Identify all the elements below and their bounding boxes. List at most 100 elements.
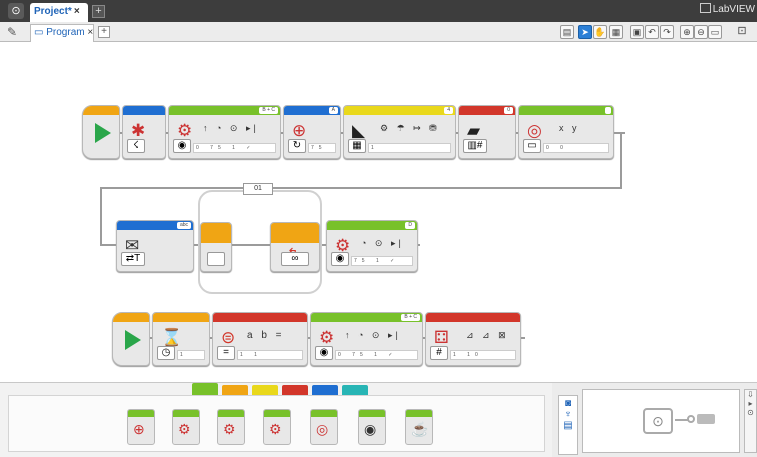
compare-icon: ⊜ — [221, 328, 236, 347]
param-values[interactable]: 0 75 1 ✓ — [193, 143, 276, 153]
math-block[interactable]: ◎ x y ▭ 0 0 — [518, 105, 614, 159]
start-block-2[interactable] — [112, 312, 150, 366]
move-tank-block[interactable]: B + C ⚙ ↑ ◔ ⊙ ▸| ◉ 0 75 1 ✓ — [168, 105, 281, 159]
param-values[interactable]: 0 0 — [543, 143, 609, 153]
start-block[interactable] — [82, 105, 120, 159]
palette-medium-motor[interactable]: ⊕ — [127, 409, 155, 445]
medium-motor-icon: ⊕ — [292, 121, 307, 140]
mode-selector[interactable]: ▥# — [463, 139, 487, 153]
mode-selector[interactable]: ▭ — [523, 139, 541, 153]
page-icon[interactable]: ▤ — [560, 25, 574, 39]
sound-block[interactable]: 4 ◣ ⚙ ☂ ↦ ⛃ ▦ 1 — [343, 105, 456, 159]
pan-icon[interactable]: ✋ — [593, 25, 607, 39]
add-program-button[interactable]: + — [98, 26, 110, 38]
data-logging-block[interactable]: 0 ▰ ▥# — [458, 105, 516, 159]
mode-selector[interactable]: = — [217, 346, 235, 360]
port-selector[interactable]: 0 — [504, 107, 513, 114]
port-selector[interactable]: B + C — [259, 107, 278, 114]
program-canvas[interactable]: ✱ ☇ B + C ⚙ ↑ ◔ ⊙ ▸| ◉ 0 75 1 ✓ A ⊕ ↻ 75… — [0, 42, 757, 382]
program-tab[interactable]: ▭ Program × — [30, 24, 94, 42]
param-values[interactable]: 1 — [368, 143, 451, 153]
wire-down — [620, 132, 622, 187]
project-tab[interactable]: Project* × — [30, 3, 88, 22]
large-motor-block[interactable]: D ⚙ ◔ ⊙ ▸| ◉ 75 1 ✓ — [326, 220, 418, 272]
loop-label[interactable]: 01 — [243, 183, 273, 195]
medium-motor-block[interactable]: A ⊕ ↻ 75 — [283, 105, 341, 159]
start-block-header — [83, 106, 119, 115]
mode-selector[interactable]: ↻ — [288, 139, 306, 153]
param-values[interactable]: 1 10 — [450, 350, 516, 360]
port-view-icon[interactable]: ♆ — [559, 409, 577, 420]
hardware-controls[interactable]: ⇩ ▸ ⊙ — [744, 389, 757, 453]
mode-selector[interactable]: ◷ — [157, 346, 175, 360]
palette-tab-flow[interactable] — [222, 385, 248, 395]
close-program-icon[interactable]: × — [87, 27, 93, 38]
hardware-tabs[interactable]: ◙ ♆ ▤ — [558, 395, 578, 455]
palette-move-steering[interactable]: ⚙ — [217, 409, 245, 445]
palette-large-motor[interactable]: ⚙ — [172, 409, 200, 445]
block-params: x y — [559, 123, 580, 133]
app-logo-icon[interactable]: ⊙ — [8, 3, 24, 19]
wait-timer-block[interactable]: ⌛ ◷ 1 — [152, 312, 210, 366]
undo-icon[interactable]: ↶ — [645, 25, 659, 39]
mode-selector[interactable]: ⇄T — [121, 252, 145, 266]
palette-display[interactable]: ◎ — [310, 409, 338, 445]
mode-selector[interactable]: # — [430, 346, 448, 360]
brick-info-icon[interactable]: ◙ — [559, 398, 577, 409]
mode-selector[interactable]: ◉ — [315, 346, 333, 360]
port-selector[interactable]: 4 — [444, 107, 453, 114]
redo-icon[interactable]: ↷ — [660, 25, 674, 39]
add-project-button[interactable]: + — [92, 5, 105, 18]
zoom-out-icon[interactable]: ⊖ — [694, 25, 708, 39]
display-icon: ◎ — [316, 421, 329, 437]
loop-end-block[interactable]: ↰ ∞ — [270, 222, 320, 272]
modified-indicator: * — [67, 6, 72, 17]
port-selector[interactable]: abc — [176, 222, 191, 229]
compare-block[interactable]: ⊜ a b = = 1 1 — [212, 312, 308, 366]
palette-move-tank[interactable]: ⚙ — [263, 409, 291, 445]
select-icon[interactable]: ➤ — [578, 25, 592, 39]
mode-selector[interactable]: ◉ — [331, 252, 349, 266]
param-values[interactable]: 75 — [308, 143, 336, 153]
port-selector[interactable] — [605, 107, 611, 114]
port-selector[interactable]: D — [405, 222, 415, 229]
random-block[interactable]: ⚃ ⊿ ⊿ ⊠ # 1 10 — [425, 312, 521, 366]
port-selector[interactable]: B + C — [401, 314, 420, 321]
hardware-page-icon[interactable]: ⊡ — [733, 24, 751, 40]
mode-selector[interactable]: ☇ — [127, 139, 145, 153]
zoom-reset-icon[interactable]: ▭ — [708, 25, 722, 39]
param-values[interactable]: 1 — [177, 350, 205, 360]
download-icon[interactable]: ⇩ — [745, 390, 756, 399]
run-icon[interactable]: ▸ — [745, 399, 756, 408]
param-values[interactable]: 75 1 ✓ — [351, 256, 413, 266]
palette-sound[interactable]: ◉ — [358, 409, 386, 445]
sensor-icon: ◎ — [527, 121, 542, 140]
palette-tab-action[interactable] — [192, 383, 218, 395]
loop-start-block[interactable] — [200, 222, 232, 272]
messaging-block[interactable]: abc ✉ ⇄T — [116, 220, 194, 272]
run-selected-icon[interactable]: ⊙ — [745, 408, 756, 417]
mode-selector[interactable]: ▦ — [348, 139, 366, 153]
mode-selector[interactable]: ◉ — [173, 139, 191, 153]
wrench-icon[interactable]: ✎ — [4, 24, 20, 40]
palette-tab-myblocks[interactable] — [342, 385, 368, 395]
available-bricks-icon[interactable]: ▤ — [559, 420, 577, 431]
palette-brick-status-light[interactable]: ☕ — [405, 409, 433, 445]
loop-start-mode[interactable] — [207, 252, 225, 266]
port-selector[interactable]: A — [328, 107, 338, 114]
save-icon[interactable]: ▣ — [630, 25, 644, 39]
palette-tab-advanced[interactable] — [312, 385, 338, 395]
move-steering-block[interactable]: B + C ⚙ ↑ ◔ ⊙ ▸| ◉ 0 75 1 ✓ — [310, 312, 423, 366]
param-values[interactable]: 1 1 — [237, 350, 303, 360]
comment-icon[interactable]: ▦ — [609, 25, 623, 39]
loop-mode-selector[interactable]: ∞ — [281, 252, 309, 266]
palette-tab-sensor[interactable] — [252, 385, 278, 395]
close-project-icon[interactable]: × — [74, 6, 80, 17]
ev3-labview-window: ⊙ Project* × + LabVIEW ✎ ▭ Program × + ▤ … — [0, 0, 757, 457]
block-params: ⊿ ⊿ ⊠ — [466, 330, 509, 340]
brick-bluetooth-block[interactable]: ✱ ☇ — [122, 105, 166, 159]
zoom-in-icon[interactable]: ⊕ — [680, 25, 694, 39]
palette-tab-data[interactable] — [282, 385, 308, 395]
param-values[interactable]: 0 75 1 ✓ — [335, 350, 418, 360]
block-params: ⚙ ☂ ↦ ⛃ — [380, 123, 440, 133]
